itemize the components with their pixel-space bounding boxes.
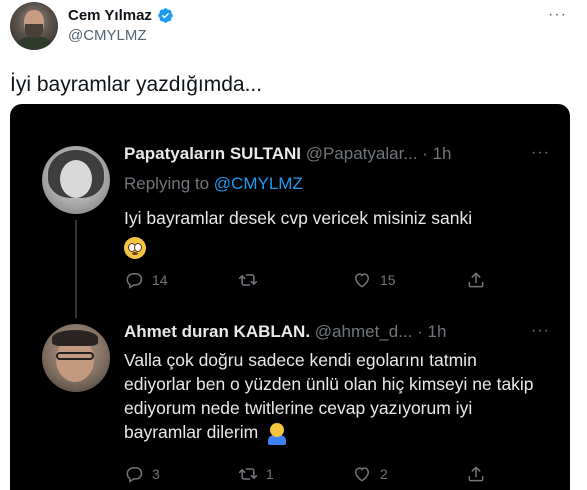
reply2-reply-action: 3 <box>124 464 238 484</box>
reply1-actions: 14 15 <box>124 270 486 290</box>
avatar-face <box>60 160 92 198</box>
tweet-text: İyi bayramlar yazdığımda... <box>10 73 263 96</box>
author-avatar[interactable] <box>10 2 58 50</box>
share-icon <box>468 272 484 288</box>
reply1-like-count: 15 <box>380 272 396 288</box>
person-raising-hand-emoji-icon <box>267 422 287 445</box>
reply2-reply-count: 3 <box>152 466 160 482</box>
thread-connector-line <box>75 220 77 318</box>
embedded-screenshot: Papatyaların SULTANI @Papatyalar... · 1h… <box>16 110 564 490</box>
like-icon <box>354 273 370 288</box>
reply2-retweet-action: 1 <box>238 464 352 484</box>
reply2-like-count: 2 <box>380 466 388 482</box>
verified-badge-icon <box>158 8 173 23</box>
retweet-icon <box>238 274 258 286</box>
flushed-emoji-icon <box>124 236 146 259</box>
reply2-avatar <box>42 324 110 392</box>
reply1-text: Iyi bayramlar desek cvp vericek misiniz … <box>124 208 473 228</box>
author-name-row: Cem Yılmaz <box>68 7 174 24</box>
like-icon <box>354 467 370 482</box>
reply1-reply-count: 14 <box>152 272 168 288</box>
share-icon <box>468 466 484 482</box>
reply1-like-action: 15 <box>352 270 466 290</box>
reply2-meta: @ahmet_d... · 1h <box>314 322 447 341</box>
reply1-text-block: Iyi bayramlar desek cvp vericek misiniz … <box>124 206 564 259</box>
reply1-meta: @Papatyalar... · 1h <box>305 144 452 163</box>
retweet-icon <box>238 468 258 480</box>
tweet-media-image[interactable]: Papatyaların SULTANI @Papatyalar... · 1h… <box>10 104 570 490</box>
reply2-like-action: 2 <box>352 464 466 484</box>
author-handle[interactable]: @CMYLMZ <box>68 27 147 44</box>
replying-to-label: Replying to <box>124 174 214 193</box>
reply2-text: Valla çok doğru sadece kendi egolarını t… <box>124 350 534 443</box>
reply2-share-action <box>466 464 486 484</box>
reply1-avatar <box>42 146 110 214</box>
avatar-beard <box>25 24 43 38</box>
avatar-body <box>16 36 52 50</box>
reply1-more-icon: ··· <box>531 144 550 161</box>
reply2-header: Ahmet duran KABLAN. @ahmet_d... · 1h <box>124 322 446 342</box>
reply1-share-action <box>466 270 486 290</box>
reply1-retweet-action <box>238 270 352 290</box>
avatar-hair <box>52 330 98 346</box>
avatar-glasses <box>56 352 94 360</box>
reply2-more-icon: ··· <box>531 322 550 339</box>
more-icon[interactable]: ··· <box>548 6 567 24</box>
author-name[interactable]: Cem Yılmaz <box>68 7 152 24</box>
replying-to-mention: @CMYLMZ <box>213 174 303 193</box>
reply1-replying-to: Replying to @CMYLMZ <box>124 174 303 194</box>
reply2-actions: 3 1 2 <box>124 464 486 484</box>
reply-icon <box>126 273 143 289</box>
reply2-name: Ahmet duran KABLAN. <box>124 322 311 341</box>
reply1-name: Papatyaların SULTANI <box>124 144 301 163</box>
reply-icon <box>126 467 143 483</box>
reply2-text-block: Valla çok doğru sadece kendi egolarını t… <box>124 348 534 445</box>
reply2-retweet-count: 1 <box>266 466 274 482</box>
reply1-reply-action: 14 <box>124 270 238 290</box>
reply1-header: Papatyaların SULTANI @Papatyalar... · 1h <box>124 144 451 164</box>
